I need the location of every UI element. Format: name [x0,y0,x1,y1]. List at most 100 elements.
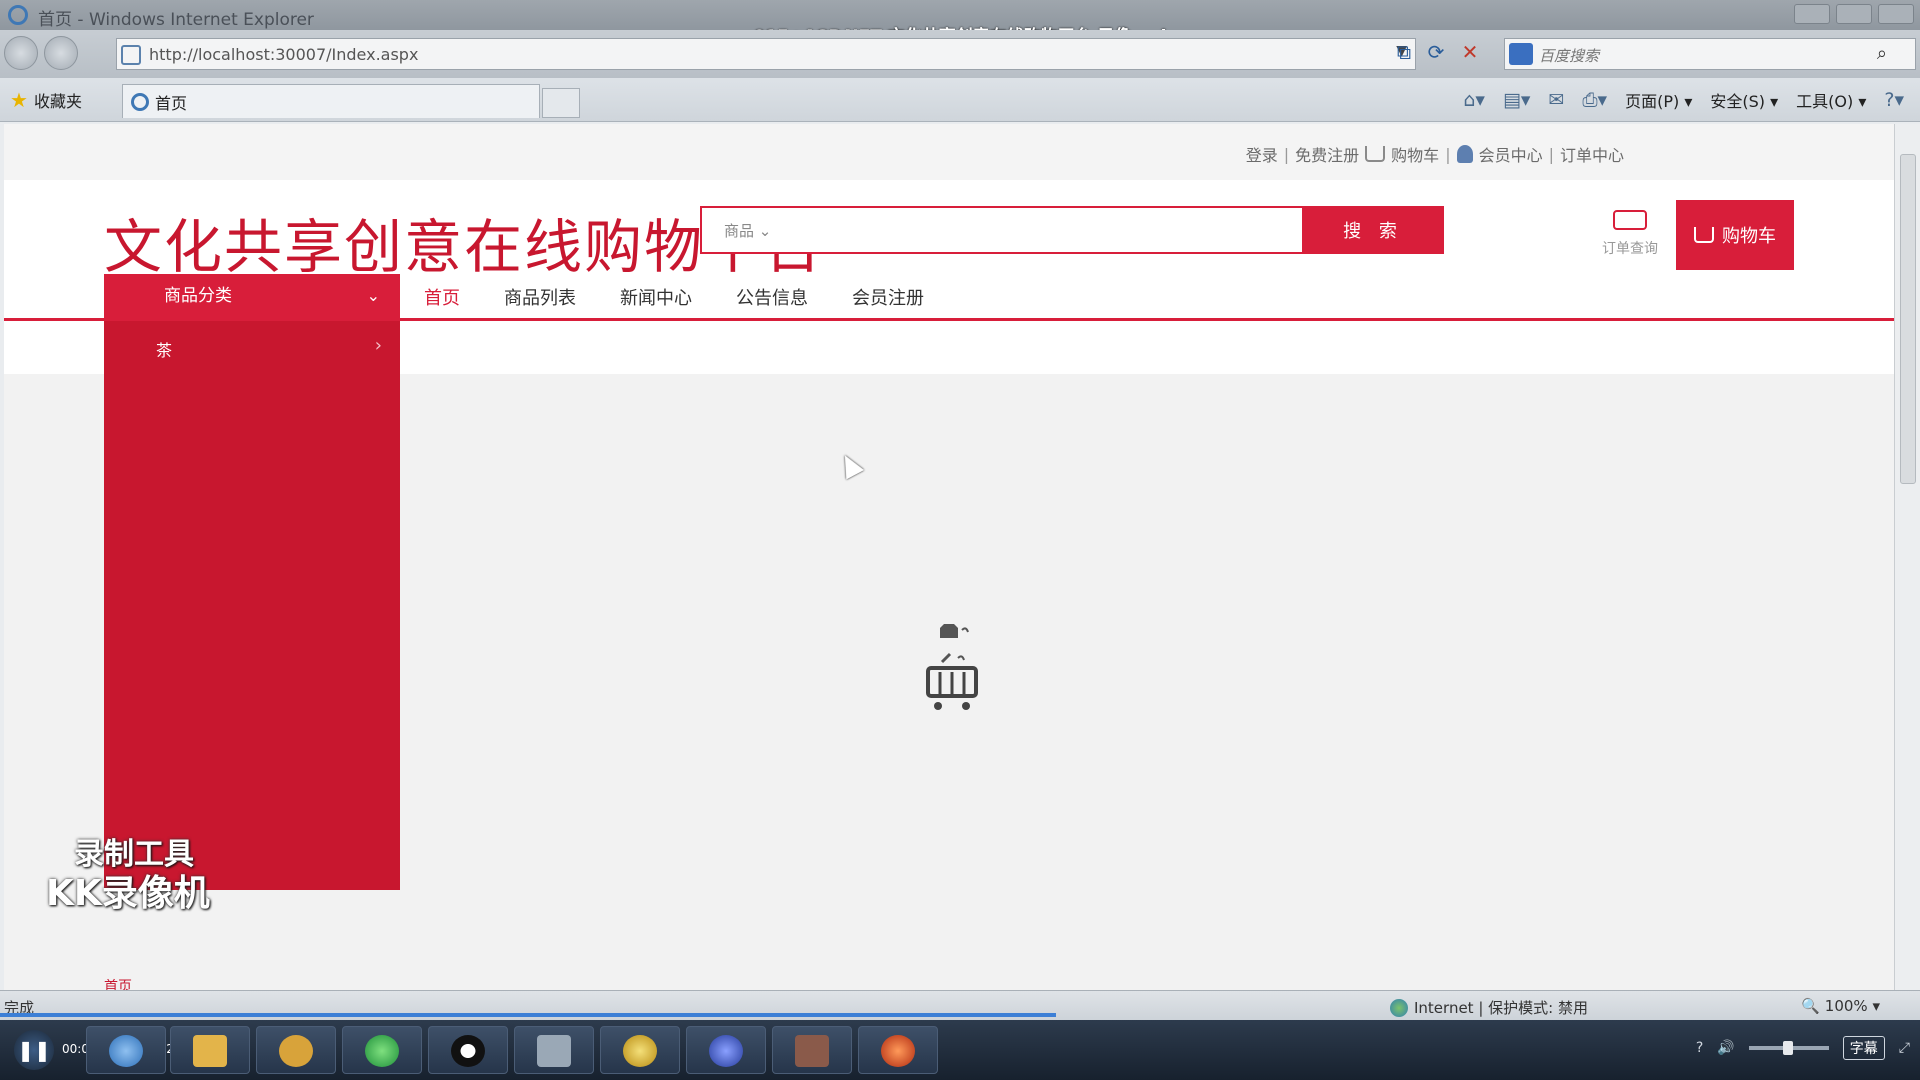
cart-icon [1694,227,1714,243]
ie-icon [109,1035,143,1067]
site-search-button[interactable]: 搜 索 [1302,206,1444,254]
site-search-input[interactable] [800,214,1280,246]
search-icon[interactable]: ⌕ [1877,43,1887,64]
chevron-down-icon: ⌄ [366,286,380,305]
site-search: 商品 ⌄ 搜 索 [700,206,1444,254]
taskbar-app-7[interactable] [600,1026,680,1074]
system-tray: ? 🔊 字幕 ⤢ [1696,1036,1910,1060]
page-menu[interactable]: 页面(P) ▾ [1625,88,1692,112]
favorites-button[interactable]: ★ 收藏夹 [10,88,82,112]
fullscreen-icon[interactable]: ⤢ [1899,1040,1910,1056]
refresh-icon[interactable]: ⟳ [1422,40,1450,68]
penguin-icon [451,1035,485,1067]
video-progress-bar[interactable] [0,1013,1056,1017]
nav-home[interactable]: 首页 [424,284,460,310]
app-icon [881,1035,915,1067]
taskbar-app-8[interactable] [686,1026,766,1074]
cart-button[interactable]: 购物车 [1676,200,1794,270]
tab-home[interactable]: 首页 [122,84,540,118]
category-panel: 茶 › [104,321,400,890]
user-icon [1456,145,1473,163]
top-links: 登录 | 免费注册 购物车 | 会员中心 | 订单中心 [1246,142,1624,166]
watermark-line1: 录制工具 [74,837,194,872]
taskbar-app-9[interactable] [772,1026,852,1074]
nav-announcements[interactable]: 公告信息 [736,284,808,310]
feeds-icon[interactable]: ▤▾ [1503,89,1531,111]
restore-button[interactable] [1836,4,1872,24]
command-bar: ★ 收藏夹 首页 ⌂▾ ▤▾ ✉ ⎙▾ 页面(P) ▾ 安全(S) ▾ 工具(O… [0,78,1920,122]
cart-link[interactable]: 购物车 [1391,142,1439,166]
truck-icon [1613,210,1647,230]
app-icon [795,1035,829,1067]
pause-button[interactable]: ❚❚ [14,1030,54,1070]
url-text: http://localhost:30007/Index.aspx [149,45,419,64]
register-link[interactable]: 免费注册 [1295,142,1359,166]
nav-news[interactable]: 新闻中心 [620,284,692,310]
cart-icon [1365,146,1386,162]
home-icon[interactable]: ⌂▾ [1463,89,1485,111]
star-icon: ★ [10,88,28,112]
globe-icon [1390,998,1408,1017]
address-bar: http://localhost:30007/Index.aspx ▼ ⧉ ⟳ … [0,30,1920,78]
category-item-tea[interactable]: 茶 [156,337,172,361]
tab-label: 首页 [155,93,188,113]
favorites-label: 收藏夹 [33,92,82,111]
close-window-button[interactable] [1878,4,1914,24]
new-tab-button[interactable] [542,88,580,118]
help-icon[interactable]: ? [1696,1040,1703,1056]
chevron-right-icon: › [374,335,382,356]
scrollbar-thumb[interactable] [1900,154,1916,484]
browser-search-field[interactable]: 百度搜索 ⌕ [1504,38,1916,70]
command-menu: ⌂▾ ▤▾ ✉ ⎙▾ 页面(P) ▾ 安全(S) ▾ 工具(O) ▾ ?▾ [1463,88,1904,112]
url-field[interactable]: http://localhost:30007/Index.aspx ▼ [116,38,1416,70]
watermark-line2: KK录像机 [46,872,210,914]
nav-product-list[interactable]: 商品列表 [504,284,576,310]
forward-button[interactable] [44,36,78,70]
compat-view-icon[interactable]: ⧉ [1390,40,1418,68]
mouse-cursor [836,450,864,480]
window-controls [1794,4,1914,24]
cart-button-label: 购物车 [1722,226,1776,247]
folder-icon [193,1035,227,1067]
subtitle-button[interactable]: 字幕 [1842,1036,1885,1060]
order-query-button[interactable]: 订单查询 [1590,210,1670,258]
taskbar-app-4[interactable] [342,1026,422,1074]
order-query-label: 订单查询 [1602,241,1658,257]
page-viewport: 登录 | 免费注册 购物车 | 会员中心 | 订单中心 文化共享创意在线购物平台… [4,124,1894,990]
back-button[interactable] [4,36,38,70]
zoom-control[interactable]: 🔍 100% ▾ [1801,997,1880,1015]
taskbar-tools[interactable] [514,1026,594,1074]
taskbar-app-3[interactable] [256,1026,336,1074]
login-link[interactable]: 登录 [1246,142,1278,166]
recorder-watermark: 录制工具 KK录像机 [46,837,210,914]
category-menu-head[interactable]: 商品分类 ⌄ [104,274,400,318]
main-nav: 商品分类 ⌄ 首页 商品列表 新闻中心 公告信息 会员注册 [104,274,1894,318]
taskbar-explorer[interactable] [170,1026,250,1074]
category-head-label: 商品分类 [164,286,232,306]
print-icon[interactable]: ⎙▾ [1582,89,1607,111]
help-icon[interactable]: ?▾ [1884,89,1904,111]
search-category-select[interactable]: 商品 ⌄ [724,220,771,241]
app-icon [279,1035,313,1067]
nav-member-register[interactable]: 会员注册 [852,284,924,310]
ie-tab-icon [131,92,149,111]
app-icon [623,1035,657,1067]
tools-icon [537,1035,571,1067]
taskbar-ie[interactable] [86,1026,166,1074]
tools-menu[interactable]: 工具(O) ▾ [1796,88,1866,112]
taskbar-qq[interactable] [428,1026,508,1074]
loading-cart-icon [926,624,978,710]
zone-label: Internet | 保护模式: 禁用 [1414,999,1588,1017]
safety-menu[interactable]: 安全(S) ▾ [1710,88,1778,112]
taskbar-app-10[interactable] [858,1026,938,1074]
page-scrollbar[interactable] [1894,124,1920,990]
member-center-link[interactable]: 会员中心 [1479,142,1543,166]
volume-slider[interactable] [1748,1041,1829,1055]
mail-icon[interactable]: ✉ [1548,89,1564,111]
page-icon [121,45,141,65]
security-zone[interactable]: Internet | 保护模式: 禁用 [1390,997,1588,1018]
minimize-button[interactable] [1794,4,1830,24]
order-center-link[interactable]: 订单中心 [1560,142,1624,166]
speaker-icon[interactable]: 🔊 [1717,1040,1734,1056]
stop-icon[interactable]: ✕ [1456,40,1484,68]
